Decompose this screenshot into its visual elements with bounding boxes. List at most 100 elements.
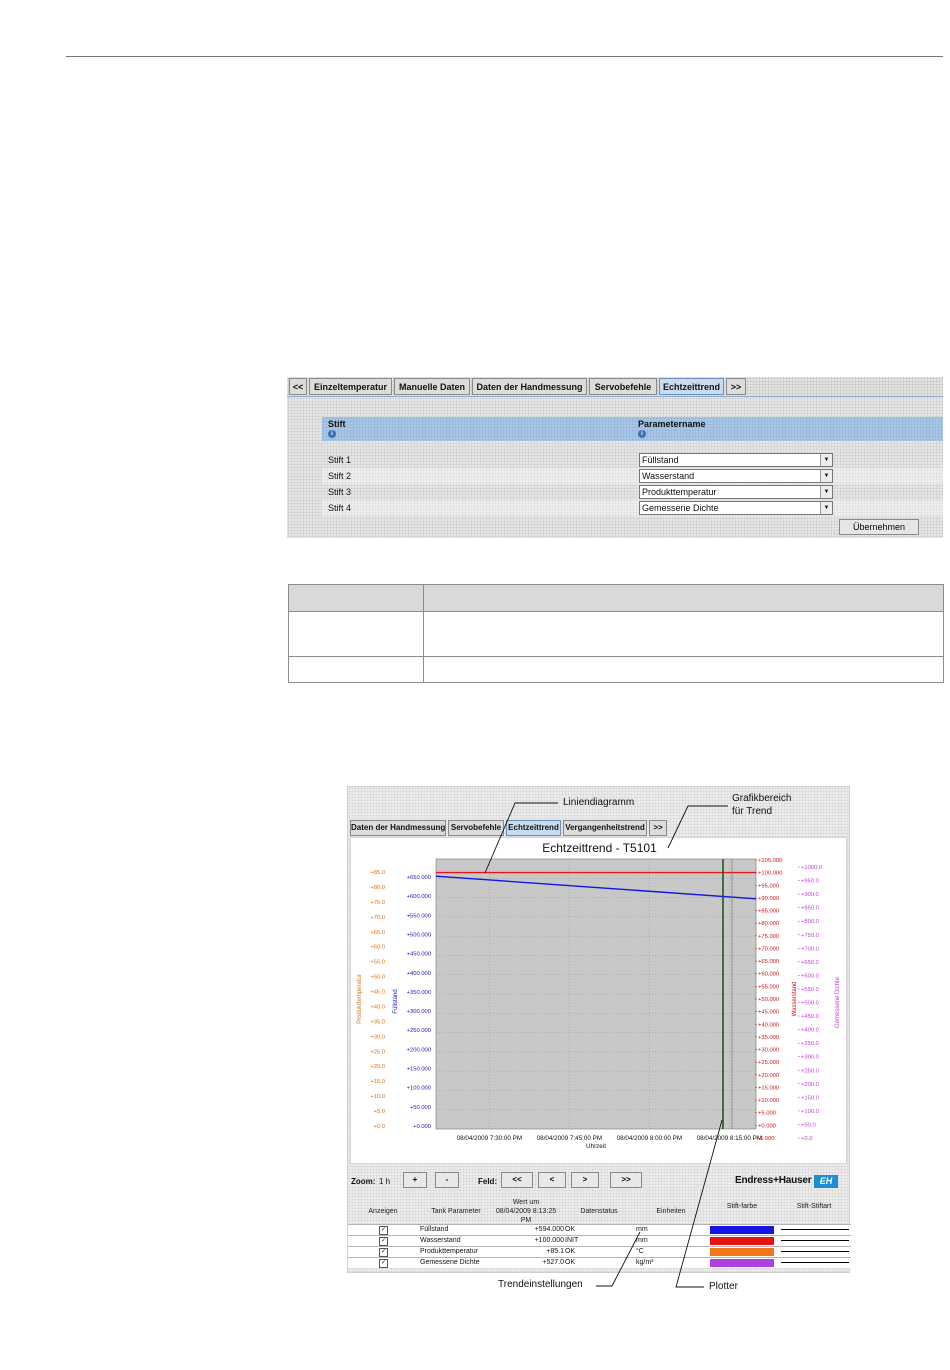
y-tick-label: +0.0 — [374, 1124, 385, 1130]
parameter-select-value: Gemessene Dichte — [642, 503, 719, 513]
param-unit: kg/m³ — [636, 1259, 654, 1266]
y-tick-label: +30.0 — [370, 1034, 385, 1040]
y-tick-label: +500.000 — [407, 932, 431, 938]
trend-pen-settings-panel: << Einzeltemperatur Manuelle Daten Daten… — [287, 377, 943, 538]
settings-tab-bar: << Einzeltemperatur Manuelle Daten Daten… — [287, 377, 943, 396]
y-tick-label: +350.0 — [801, 1041, 819, 1047]
callout-fuer-trend: für Trend — [732, 806, 773, 817]
y-tick-label: -5.000 — [758, 1136, 774, 1142]
pen-row: Stift 3 Produkttemperatur ▼ — [322, 484, 943, 500]
y-tick-label: +70.000 — [758, 946, 779, 952]
y-tick-label: +50.000 — [758, 997, 779, 1003]
y-tick-label: +600.000 — [407, 894, 431, 900]
param-value: +100.000 — [534, 1237, 564, 1244]
y-tick-label: +950.0 — [801, 879, 819, 885]
y-tick-label: +300.000 — [407, 1009, 431, 1015]
parameter-select-value: Füllstand — [642, 455, 679, 465]
tab-scroll-left[interactable]: << — [289, 378, 307, 395]
tab-einzeltemperatur[interactable]: Einzeltemperatur — [309, 378, 392, 395]
tab-echtzeittrend[interactable]: Echtzeittrend — [659, 378, 724, 395]
y-tick-label: +45.000 — [758, 1010, 779, 1016]
tab-servobefehle[interactable]: Servobefehle — [589, 378, 657, 395]
y-tick-label: +60.000 — [758, 972, 779, 978]
parameter-select[interactable]: Produkttemperatur ▼ — [639, 485, 833, 499]
trend-chart[interactable]: 08/04/2009 7:30:00 PM 08/04/2009 7:45:00 … — [348, 787, 851, 1167]
pen-label: Stift 2 — [328, 471, 352, 481]
dropdown-arrow-icon[interactable]: ▼ — [820, 470, 832, 482]
y-axis-label: Gemessene Dichte — [835, 976, 841, 1028]
y-tick-label: +80.0 — [370, 885, 385, 891]
tab-daten-der-handmessung[interactable]: Daten der Handmessung — [472, 378, 587, 395]
y-tick-label: +450.000 — [407, 952, 431, 958]
y-tick-label: +20.000 — [758, 1073, 779, 1079]
param-unit: mm — [636, 1237, 648, 1244]
y-tick-label: +900.0 — [801, 892, 819, 898]
y-tick-label: +80.000 — [758, 921, 779, 927]
table-row: ✓ Füllstand +594.000 OK mm — [348, 1224, 851, 1235]
zoom-in-button[interactable]: + — [403, 1172, 427, 1188]
zoom-out-button[interactable]: - — [435, 1172, 459, 1188]
callout-trendeinstellungen: Trendeinstellungen — [498, 1279, 583, 1290]
pen-style-line[interactable] — [781, 1262, 849, 1263]
y-tick-label: +15.000 — [758, 1085, 779, 1091]
y-tick-label: +200.0 — [801, 1082, 819, 1088]
tab-scroll-right[interactable]: >> — [726, 378, 746, 395]
field-first-button[interactable]: << — [501, 1172, 533, 1188]
parameter-select[interactable]: Gemessene Dichte ▼ — [639, 501, 833, 515]
y-tick-label: +60.0 — [370, 945, 385, 951]
show-checkbox[interactable]: ✓ — [379, 1248, 388, 1257]
info-icon[interactable]: i — [638, 430, 646, 438]
pen-color-swatch[interactable] — [710, 1248, 774, 1256]
y-tick-label: +35.0 — [370, 1019, 385, 1025]
pen-style-line[interactable] — [781, 1229, 849, 1230]
show-checkbox[interactable]: ✓ — [379, 1259, 388, 1268]
y-tick-label: +350.000 — [407, 990, 431, 996]
callout-plotter: Plotter — [709, 1281, 738, 1292]
dropdown-arrow-icon[interactable]: ▼ — [820, 502, 832, 514]
parameter-select-value: Wasserstand — [642, 471, 695, 481]
field-last-button[interactable]: >> — [610, 1172, 642, 1188]
y-tick-label: +10.0 — [370, 1094, 385, 1100]
col-header-value-bottom: PM — [520, 1217, 532, 1224]
pen-color-swatch[interactable] — [710, 1237, 774, 1245]
y-tick-label: +450.0 — [801, 1014, 819, 1020]
pen-style-line[interactable] — [781, 1240, 849, 1241]
dropdown-arrow-icon[interactable]: ▼ — [820, 486, 832, 498]
show-checkbox[interactable]: ✓ — [379, 1237, 388, 1246]
field-next-button[interactable]: > — [571, 1172, 599, 1188]
y-tick-label: +35.000 — [758, 1035, 779, 1041]
table-row — [288, 611, 944, 657]
info-icon[interactable]: i — [328, 430, 336, 438]
x-tick-label: 08/04/2009 7:30:00 PM — [457, 1135, 522, 1142]
y-tick-label: +30.000 — [758, 1048, 779, 1054]
y-tick-label: +25.0 — [370, 1049, 385, 1055]
pen-label: Stift 3 — [328, 487, 352, 497]
pen-style-line[interactable] — [781, 1251, 849, 1252]
y-tick-label: +20.0 — [370, 1064, 385, 1070]
parameter-select[interactable]: Wasserstand ▼ — [639, 469, 833, 483]
settings-header-row: Stift i Parametername i — [322, 417, 943, 441]
y-tick-label: +50.000 — [410, 1105, 431, 1111]
parameter-select[interactable]: Füllstand ▼ — [639, 453, 833, 467]
pen-color-swatch[interactable] — [710, 1226, 774, 1234]
y-tick-label: +200.000 — [407, 1047, 431, 1053]
y-tick-label: +50.0 — [801, 1122, 816, 1128]
y-tick-label: +75.000 — [758, 934, 779, 940]
y-tick-label: +85.0 — [370, 870, 385, 876]
y-tick-label: +5.000 — [758, 1111, 776, 1117]
parameter-select-value: Produkttemperatur — [642, 487, 717, 497]
table-row: ✓ Wasserstand +100.000 INIT mm — [348, 1235, 851, 1246]
show-checkbox[interactable]: ✓ — [379, 1226, 388, 1235]
y-tick-label: +95.000 — [758, 883, 779, 889]
apply-button[interactable]: Übernehmen — [839, 519, 919, 535]
y-tick-label: +75.0 — [370, 900, 385, 906]
table-header-row — [288, 584, 944, 612]
pen-color-swatch[interactable] — [710, 1259, 774, 1267]
y-tick-label: +65.0 — [370, 930, 385, 936]
dropdown-arrow-icon[interactable]: ▼ — [820, 454, 832, 466]
y-tick-label: +65.000 — [758, 959, 779, 965]
pen-label: Stift 4 — [328, 503, 352, 513]
field-prev-button[interactable]: < — [538, 1172, 566, 1188]
y-tick-label: +55.0 — [370, 960, 385, 966]
tab-manuelle-daten[interactable]: Manuelle Daten — [394, 378, 470, 395]
